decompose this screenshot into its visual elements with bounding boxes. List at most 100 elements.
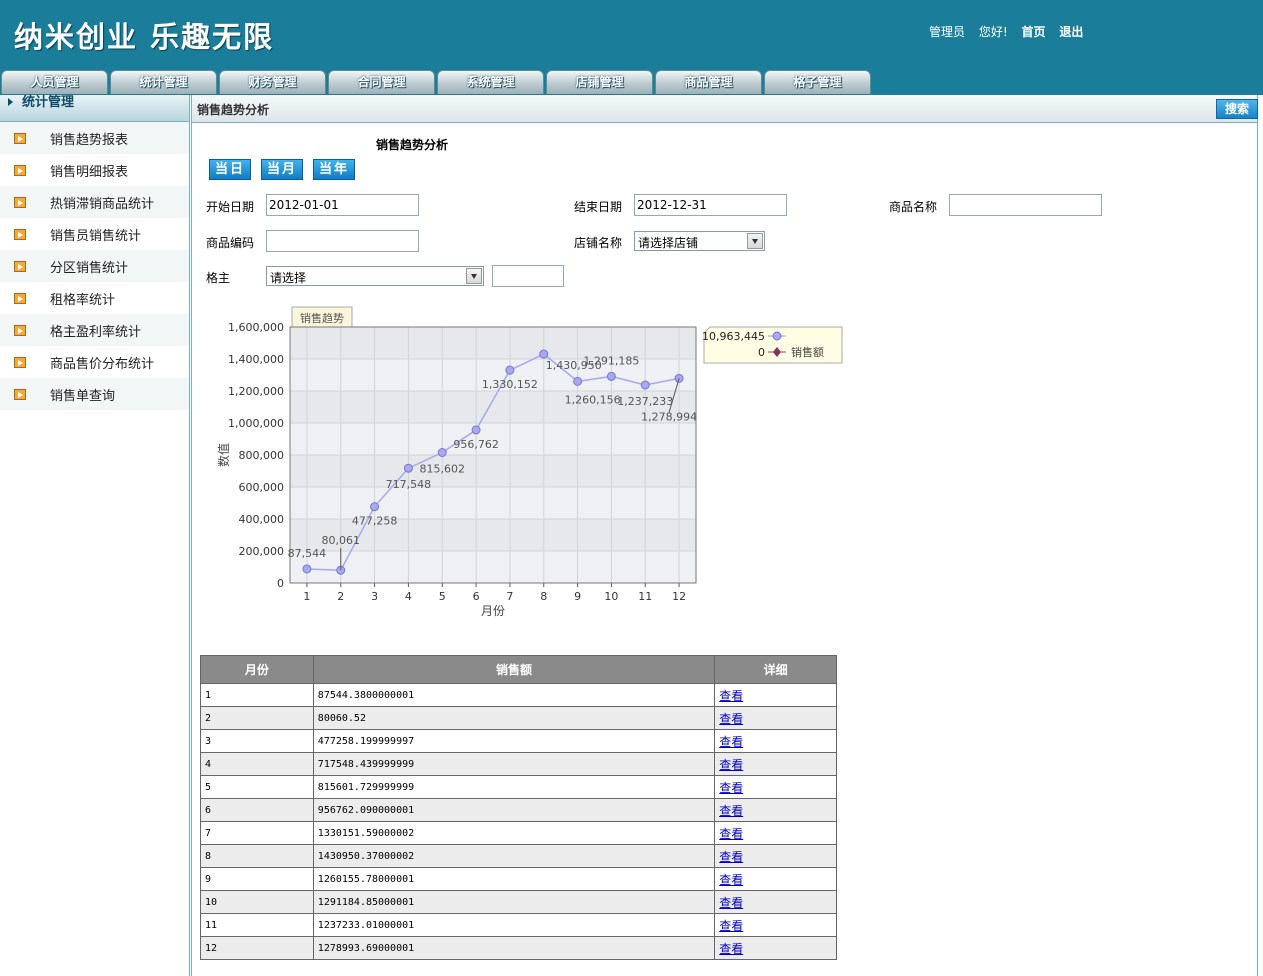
sidebar-item-order-query[interactable]: 销售单查询: [0, 378, 189, 410]
data-label: 80,061: [322, 534, 361, 547]
x-tick-label: 4: [405, 590, 412, 603]
cell-month: 6: [200, 798, 314, 822]
owner-select-value: 请选择: [270, 271, 307, 285]
cell-sales: 1237233.01000001: [312, 913, 716, 937]
view-link[interactable]: 查看: [719, 758, 743, 772]
sidebar-item-hot-slow-products[interactable]: 热销滞销商品统计: [0, 186, 189, 218]
x-tick-label: 6: [473, 590, 480, 603]
table-row: 3 477258.199999997 查看: [200, 729, 837, 753]
data-point: [573, 376, 583, 386]
view-link[interactable]: 查看: [719, 804, 743, 818]
sidebar-item-price-distribution[interactable]: 商品售价分布统计: [0, 346, 189, 378]
section-title: 销售趋势分析: [376, 138, 449, 152]
table-row: 7 1330151.59000002 查看: [200, 821, 837, 845]
tab-grids[interactable]: 格子管理: [764, 70, 871, 94]
view-link[interactable]: 查看: [719, 689, 743, 703]
main-panel: 销售趋势分析 搜索 销售趋势分析 当日 当月 当年 开始日期 结束日期 商品名称…: [191, 95, 1258, 976]
cell-month: 4: [200, 752, 314, 776]
arrow-doc-icon: [14, 388, 26, 400]
cell-month: 1: [200, 683, 314, 707]
tab-personnel[interactable]: 人员管理: [1, 70, 108, 94]
y-axis-label: 数值: [216, 443, 231, 467]
cell-sales: 1278993.69000001: [312, 936, 716, 960]
view-link[interactable]: 查看: [719, 850, 743, 864]
owner-select[interactable]: 请选择: [266, 266, 484, 286]
this-month-button[interactable]: 当月: [261, 159, 303, 180]
end-date-input[interactable]: [634, 194, 787, 216]
owner-extra-input[interactable]: [492, 265, 564, 287]
tab-products[interactable]: 商品管理: [655, 70, 762, 94]
view-link[interactable]: 查看: [719, 781, 743, 795]
cell-detail: 查看: [714, 729, 837, 753]
sidebar-item-rental-rate[interactable]: 租格率统计: [0, 282, 189, 314]
x-tick-label: 7: [506, 590, 513, 603]
cell-detail: 查看: [714, 821, 837, 845]
sales-trend-chart: 销售趋势 0 200,000 400,000 600,000 800,000 1,000,0…: [212, 305, 852, 625]
plot-band: [290, 551, 696, 583]
today-button[interactable]: 当日: [209, 159, 251, 180]
cell-month: 11: [200, 913, 314, 937]
home-link[interactable]: 首页: [1021, 25, 1045, 39]
column-sales: 销售额: [312, 655, 716, 684]
main-header: 销售趋势分析 搜索: [192, 95, 1258, 123]
product-name-input[interactable]: [949, 194, 1102, 216]
column-detail: 详细: [714, 655, 837, 684]
sidebar-item-label: 热销滞销商品统计: [50, 196, 155, 212]
search-button[interactable]: 搜索: [1216, 99, 1258, 119]
legend-marker-icon: [772, 331, 782, 341]
data-label: 956,762: [453, 438, 499, 451]
sidebar-title[interactable]: 统计管理: [0, 95, 189, 122]
cell-month: 7: [200, 821, 314, 845]
sidebar-item-label: 销售趋势报表: [50, 132, 129, 148]
sidebar-item-sales-detail[interactable]: 销售明细报表: [0, 154, 189, 186]
table-row: 12 1278993.69000001 查看: [200, 936, 837, 960]
tab-contracts[interactable]: 合同管理: [328, 70, 435, 94]
sidebar-item-sales-trend[interactable]: 销售趋势报表: [0, 122, 189, 154]
sidebar-item-label: 分区销售统计: [50, 260, 129, 276]
view-link[interactable]: 查看: [719, 735, 743, 749]
tab-statistics[interactable]: 统计管理: [110, 70, 217, 94]
cell-sales: 477258.199999997: [312, 729, 716, 753]
view-link[interactable]: 查看: [719, 942, 743, 956]
data-label: 87,544: [288, 547, 327, 560]
data-point: [674, 373, 684, 383]
view-link[interactable]: 查看: [719, 873, 743, 887]
product-code-input[interactable]: [266, 230, 419, 252]
table-row: 9 1260155.78000001 查看: [200, 867, 837, 891]
cell-detail: 查看: [714, 913, 837, 937]
view-link[interactable]: 查看: [719, 919, 743, 933]
sidebar-item-zone-sales[interactable]: 分区销售统计: [0, 250, 189, 282]
tab-system[interactable]: 系统管理: [437, 70, 544, 94]
sidebar-item-label: 销售单查询: [50, 388, 116, 404]
y-tick-label: 0: [277, 577, 284, 590]
table-header-row: 月份 销售额 详细: [200, 655, 837, 684]
tab-finance[interactable]: 财务管理: [219, 70, 326, 94]
sidebar-item-salesperson[interactable]: 销售员销售统计: [0, 218, 189, 250]
this-year-button[interactable]: 当年: [313, 159, 355, 180]
tab-shops[interactable]: 店铺管理: [546, 70, 653, 94]
shop-select[interactable]: 请选择店铺: [634, 231, 765, 251]
cell-detail: 查看: [714, 890, 837, 914]
sidebar-item-owner-profit[interactable]: 格主盈利率统计: [0, 314, 189, 346]
data-point: [640, 380, 650, 390]
x-tick-label: 5: [439, 590, 446, 603]
data-point: [403, 463, 413, 473]
view-link[interactable]: 查看: [719, 712, 743, 726]
page-title: 销售趋势分析: [197, 103, 270, 117]
user-role: 管理员: [929, 25, 966, 39]
start-date-input[interactable]: [266, 194, 419, 216]
y-tick-label: 1,000,000: [228, 417, 284, 430]
y-tick-label: 800,000: [239, 449, 285, 462]
view-link[interactable]: 查看: [719, 896, 743, 910]
y-tick-label: 1,600,000: [228, 321, 284, 334]
data-point: [505, 365, 515, 375]
cell-sales: 956762.090000001: [312, 798, 716, 822]
data-point: [437, 448, 447, 458]
table-row: 2 80060.52 查看: [200, 706, 837, 730]
data-label: 1,237,233: [617, 395, 673, 408]
view-link[interactable]: 查看: [719, 827, 743, 841]
logout-link[interactable]: 退出: [1059, 25, 1083, 39]
cell-sales: 80060.52: [312, 706, 716, 730]
sidebar-item-label: 租格率统计: [50, 292, 116, 308]
cell-month: 5: [200, 775, 314, 799]
